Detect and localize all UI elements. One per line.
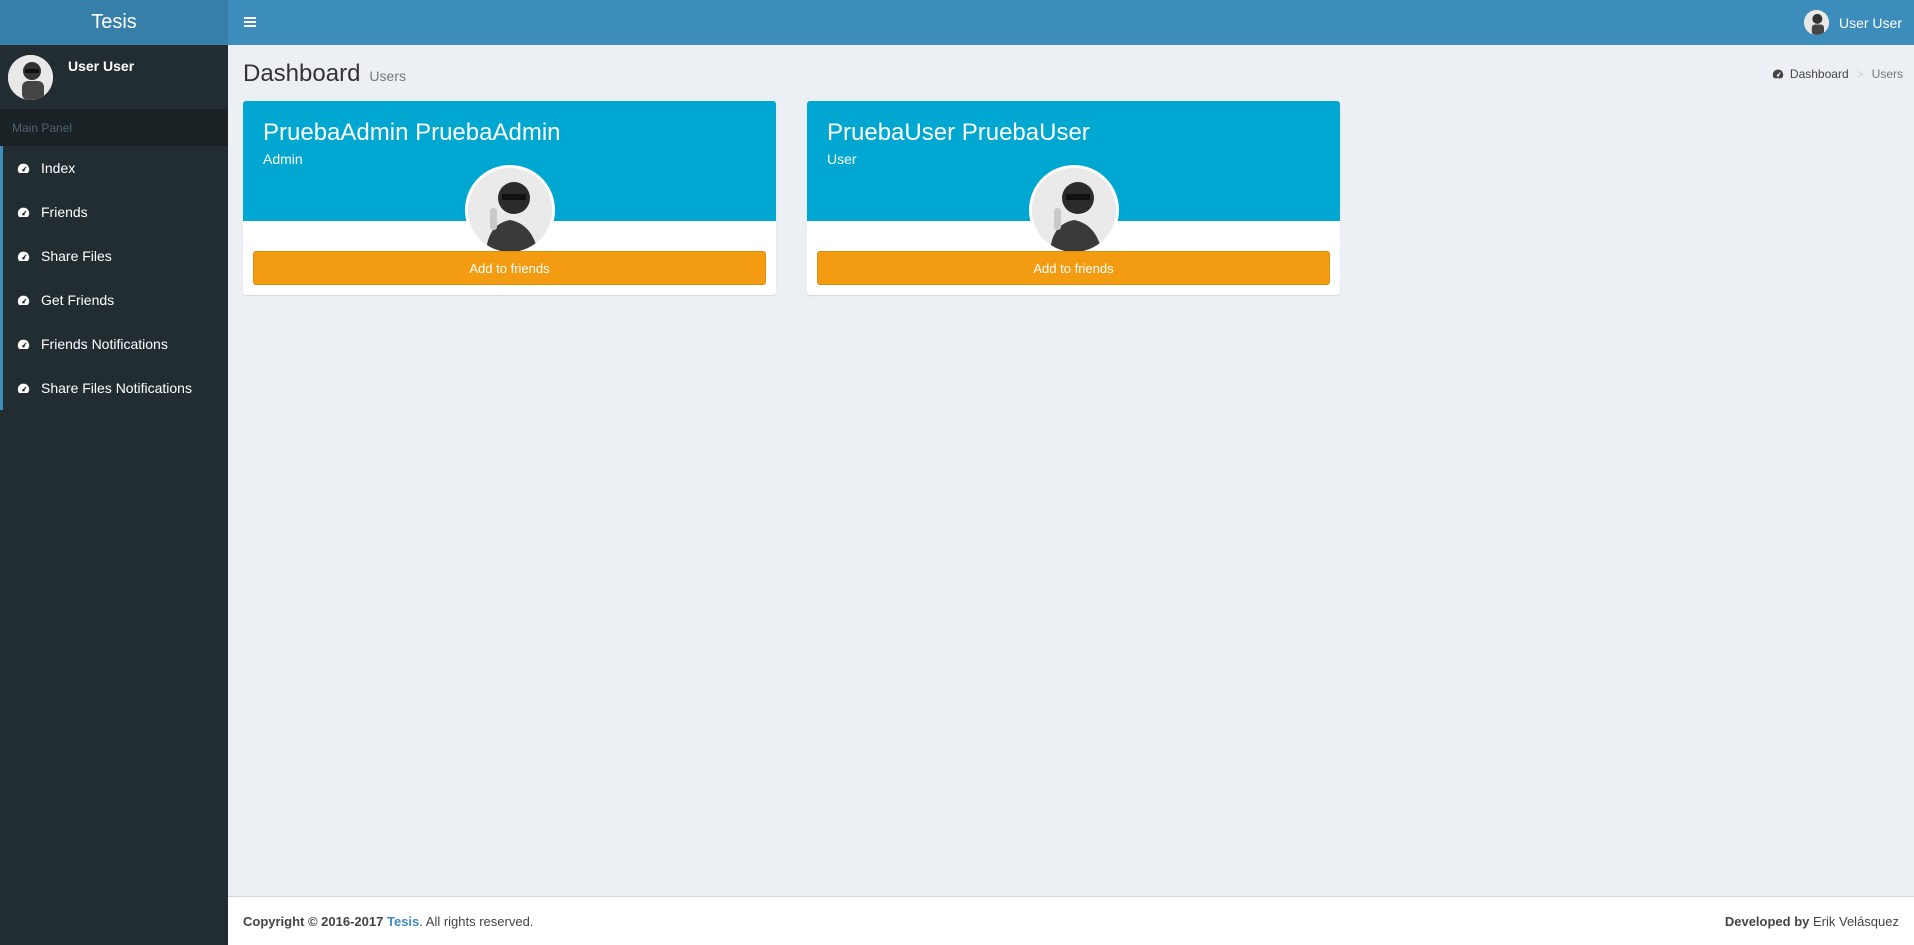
user-panel: User User [0,45,228,109]
sidebar-item-label: Share Files Notifications [41,380,192,396]
sidebar-user-name: User User [68,58,135,74]
avatar [8,55,53,100]
sidebar-item-label: Friends [41,204,88,220]
page-title: Dashboard [243,60,361,87]
avatar [1803,10,1829,35]
dashboard-icon [17,205,31,219]
sidebar-menu: Index Friends Share Files Get Friends Fr… [0,146,228,410]
sidebar-item-label: Friends Notifications [41,336,168,352]
user-card: PruebaAdmin PruebaAdmin Admin Add to fri… [243,101,776,295]
top-navbar: User User [228,0,1914,45]
content-header: Dashboard Users Dashboard > Users [228,45,1914,95]
add-to-friends-button[interactable]: Add to friends [817,251,1330,285]
footer: Copyright © 2016-2017 Tesis. All rights … [228,896,1914,945]
copyright-prefix: Copyright © 2016-2017 [243,913,384,929]
footer-copyright: Copyright © 2016-2017 Tesis. All rights … [243,914,533,929]
content-wrapper: Dashboard Users Dashboard > Users Prueba… [228,45,1914,896]
sidebar: Tesis User User Main Panel Index Friends… [0,0,228,945]
user-card: PruebaUser PruebaUser User Add to friend… [807,101,1340,295]
breadcrumb-home-label: Dashboard [1789,67,1849,81]
developer-name: Erik Velásquez [1813,913,1899,929]
sidebar-item-index[interactable]: Index [3,146,228,190]
sidebar-item-share-files-notifications[interactable]: Share Files Notifications [3,366,228,410]
dashboard-icon [17,161,31,175]
user-card-name: PruebaAdmin PruebaAdmin [263,119,561,146]
header-user-name: User User [1838,14,1902,31]
logo[interactable]: Tesis [0,0,228,45]
breadcrumb-separator: > [1856,67,1864,81]
user-menu[interactable]: User User [1803,10,1914,35]
dashboard-icon [17,381,31,395]
sidebar-item-get-friends[interactable]: Get Friends [3,278,228,322]
copyright-suffix: . All rights reserved. [419,913,534,929]
breadcrumb: Dashboard > Users [1772,67,1903,81]
sidebar-section-header: Main Panel [0,109,228,146]
sidebar-item-label: Get Friends [41,292,115,308]
avatar [1028,165,1119,255]
add-to-friends-button[interactable]: Add to friends [253,251,766,285]
dashboard-icon [1772,68,1784,80]
footer-credits: Developed by Erik Velásquez [1725,914,1899,929]
dashboard-icon [17,293,31,307]
hamburger-icon [244,14,256,32]
avatar [464,165,555,255]
sidebar-item-friends-notifications[interactable]: Friends Notifications [3,322,228,366]
dashboard-icon [17,249,31,263]
sidebar-item-label: Share Files [41,248,112,264]
sidebar-item-friends[interactable]: Friends [3,190,228,234]
copyright-link[interactable]: Tesis [387,914,419,929]
user-cards: PruebaAdmin PruebaAdmin Admin Add to fri… [243,101,1371,295]
sidebar-item-share-files[interactable]: Share Files [3,234,228,278]
sidebar-item-label: Index [41,160,76,176]
dashboard-icon [17,337,31,351]
developed-by-label: Developed by [1724,913,1810,929]
breadcrumb-current: Users [1871,67,1903,81]
page-subtitle: Users [369,68,406,84]
breadcrumb-home[interactable]: Dashboard [1772,67,1849,81]
user-card-name: PruebaUser PruebaUser [827,119,1090,146]
sidebar-toggle-button[interactable] [228,0,272,45]
